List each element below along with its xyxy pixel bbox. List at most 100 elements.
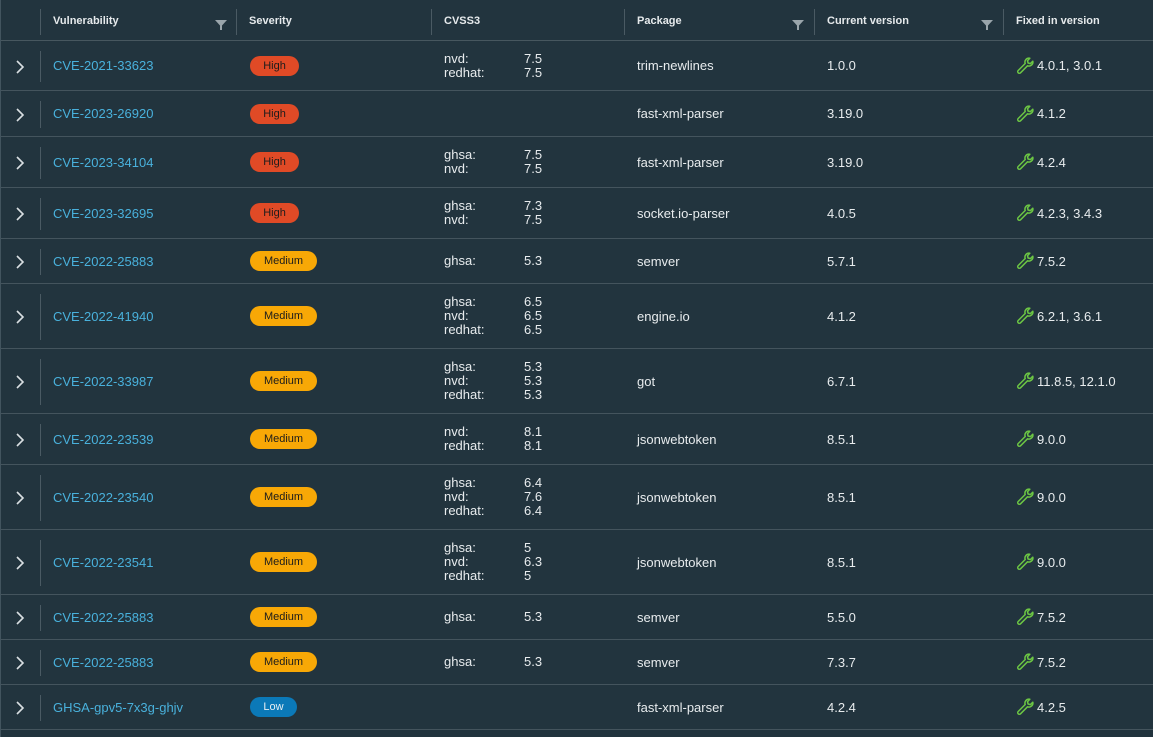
- current-version: 8.5.1: [827, 489, 856, 505]
- vulnerability-id[interactable]: CVE-2023-34104: [53, 155, 153, 170]
- table-row: CVE-2022-23540 Medium ghsa: 6.4 nvd: 7.6 redha…: [1, 465, 1153, 530]
- vulnerability-id[interactable]: CVE-2022-25883: [53, 254, 153, 269]
- vulnerability-link[interactable]: CVE-2023-34104: [53, 137, 153, 187]
- chevron-right-icon[interactable]: [14, 656, 26, 670]
- vulnerability-id[interactable]: CVE-2023-26920: [53, 106, 153, 121]
- severity-badge: High: [250, 55, 299, 76]
- severity-cell: Medium: [250, 595, 317, 639]
- cvss3-cell: nvd: 8.1 redhat: 8.1: [444, 414, 564, 464]
- expand-row-button[interactable]: [1, 137, 41, 187]
- column-header-cvss3[interactable]: CVSS3: [431, 0, 624, 40]
- cvss-source: nvd:: [444, 212, 469, 227]
- expand-row-button[interactable]: [1, 239, 41, 283]
- vulnerability-link[interactable]: GHSA-gpv5-7x3g-ghjv: [53, 685, 183, 729]
- vulnerability-id[interactable]: CVE-2023-32695: [53, 206, 153, 221]
- cvss-value: 7.5: [524, 161, 543, 176]
- vulnerability-id[interactable]: CVE-2022-23540: [53, 490, 153, 505]
- expand-row-button[interactable]: [1, 465, 41, 529]
- expand-row-button[interactable]: [1, 91, 41, 136]
- vulnerability-link[interactable]: CVE-2022-41940: [53, 284, 153, 348]
- vulnerability-id[interactable]: CVE-2021-33623: [53, 58, 153, 73]
- fixed-in-version-cell: 11.8.5, 12.1.0: [1016, 349, 1116, 413]
- chevron-right-icon[interactable]: [14, 207, 26, 221]
- wrench-icon: [1017, 698, 1034, 715]
- vulnerability-link[interactable]: CVE-2023-26920: [53, 91, 153, 136]
- chevron-right-icon[interactable]: [14, 59, 26, 74]
- chevron-right-icon[interactable]: [14, 556, 26, 570]
- column-header-vulnerability[interactable]: Vulnerability: [40, 0, 236, 40]
- table-row: CVE-2021-33623 High nvd: 7.5 redhat: 7.5 trim-…: [1, 41, 1153, 91]
- expand-row-button[interactable]: [1, 188, 41, 238]
- chevron-right-icon[interactable]: [14, 701, 26, 715]
- column-header-fixed-in-version[interactable]: Fixed in version: [1003, 0, 1153, 40]
- cvss3-cell: ghsa: 7.5 nvd: 7.5: [444, 137, 564, 187]
- cvss-list: ghsa: 6.4 nvd: 7.6 redhat: 6.4: [444, 476, 564, 518]
- cvss-value: 6.5: [524, 308, 543, 323]
- vulnerability-id[interactable]: CVE-2022-41940: [53, 309, 153, 324]
- filter-icon[interactable]: [981, 19, 993, 31]
- chevron-right-icon[interactable]: [14, 491, 26, 505]
- vulnerability-id[interactable]: CVE-2022-23541: [53, 555, 153, 570]
- vulnerability-link[interactable]: CVE-2022-23541: [53, 530, 153, 594]
- wrench-icon: [1017, 252, 1034, 269]
- vulnerability-id[interactable]: CVE-2022-33987: [53, 374, 153, 389]
- chevron-right-icon[interactable]: [14, 310, 26, 324]
- column-header-label: Severity: [249, 15, 292, 27]
- severity-badge: High: [250, 203, 299, 223]
- expand-row-button[interactable]: [1, 640, 41, 684]
- vulnerability-id[interactable]: CVE-2022-25883: [53, 655, 153, 670]
- cvss3-cell: nvd: 7.5 redhat: 7.5: [444, 41, 564, 90]
- filter-icon[interactable]: [215, 19, 227, 31]
- column-header-current-version[interactable]: Current version: [814, 0, 1003, 40]
- vulnerability-id[interactable]: GHSA-gpv5-7x3g-ghjv: [53, 700, 183, 715]
- cvss-score: redhat: 6.5: [444, 323, 564, 337]
- filter-icon[interactable]: [792, 19, 804, 31]
- cvss-source: redhat:: [444, 322, 485, 337]
- fixed-in-version: 6.2.1, 3.6.1: [1037, 308, 1103, 324]
- expand-row-button[interactable]: [1, 41, 41, 90]
- severity-badge: Medium: [250, 487, 317, 507]
- chevron-right-icon[interactable]: [14, 107, 26, 122]
- cvss-score: ghsa: 6.5: [444, 295, 564, 309]
- cvss-list: ghsa: 7.5 nvd: 7.5: [444, 148, 564, 176]
- expand-row-button[interactable]: [1, 284, 41, 348]
- column-header-package[interactable]: Package: [624, 0, 814, 40]
- vulnerability-id[interactable]: CVE-2022-25883: [53, 610, 153, 625]
- vulnerability-link[interactable]: CVE-2022-25883: [53, 640, 153, 684]
- package-name: socket.io-parser: [637, 205, 730, 221]
- vulnerability-link[interactable]: CVE-2022-23540: [53, 465, 153, 529]
- vulnerability-link[interactable]: CVE-2023-32695: [53, 188, 153, 238]
- expand-row-button[interactable]: [1, 530, 41, 594]
- package-name: fast-xml-parser: [637, 154, 724, 170]
- vulnerability-id[interactable]: CVE-2022-23539: [53, 432, 153, 447]
- vulnerability-link[interactable]: CVE-2022-23539: [53, 414, 153, 464]
- chevron-right-icon[interactable]: [14, 611, 26, 625]
- cvss-score: ghsa: 5.3: [444, 360, 564, 374]
- vulnerability-link[interactable]: CVE-2022-25883: [53, 595, 153, 639]
- vulnerability-link[interactable]: CVE-2021-33623: [53, 41, 153, 90]
- column-header-severity[interactable]: Severity: [236, 0, 431, 40]
- package-name: fast-xml-parser: [637, 106, 724, 121]
- expand-row-button[interactable]: [1, 414, 41, 464]
- expand-row-button[interactable]: [1, 685, 41, 729]
- expand-row-button[interactable]: [1, 595, 41, 639]
- cvss-list: nvd: 7.5 redhat: 7.5: [444, 51, 564, 80]
- vulnerability-link[interactable]: CVE-2022-33987: [53, 349, 153, 413]
- table-row: CVE-2022-41940 Medium ghsa: 6.5 nvd: 6.5 redha…: [1, 284, 1153, 349]
- expand-row-button[interactable]: [1, 349, 41, 413]
- row-separator: [40, 540, 41, 586]
- cvss3-cell: ghsa: 5.3: [444, 239, 564, 283]
- cvss-source: redhat:: [444, 438, 485, 453]
- chevron-right-icon[interactable]: [14, 156, 26, 170]
- chevron-right-icon[interactable]: [14, 255, 26, 269]
- wrench-icon: [1017, 372, 1034, 389]
- severity-badge: Medium: [250, 552, 317, 572]
- cvss-score: redhat: 5: [444, 569, 564, 583]
- cvss-value: 6.5: [524, 294, 543, 309]
- chevron-right-icon[interactable]: [14, 375, 26, 389]
- chevron-right-icon[interactable]: [14, 433, 26, 447]
- severity-cell: Medium: [250, 640, 317, 684]
- cvss-source: ghsa:: [444, 654, 476, 669]
- cvss-value: 5.3: [524, 373, 543, 388]
- vulnerability-link[interactable]: CVE-2022-25883: [53, 239, 153, 283]
